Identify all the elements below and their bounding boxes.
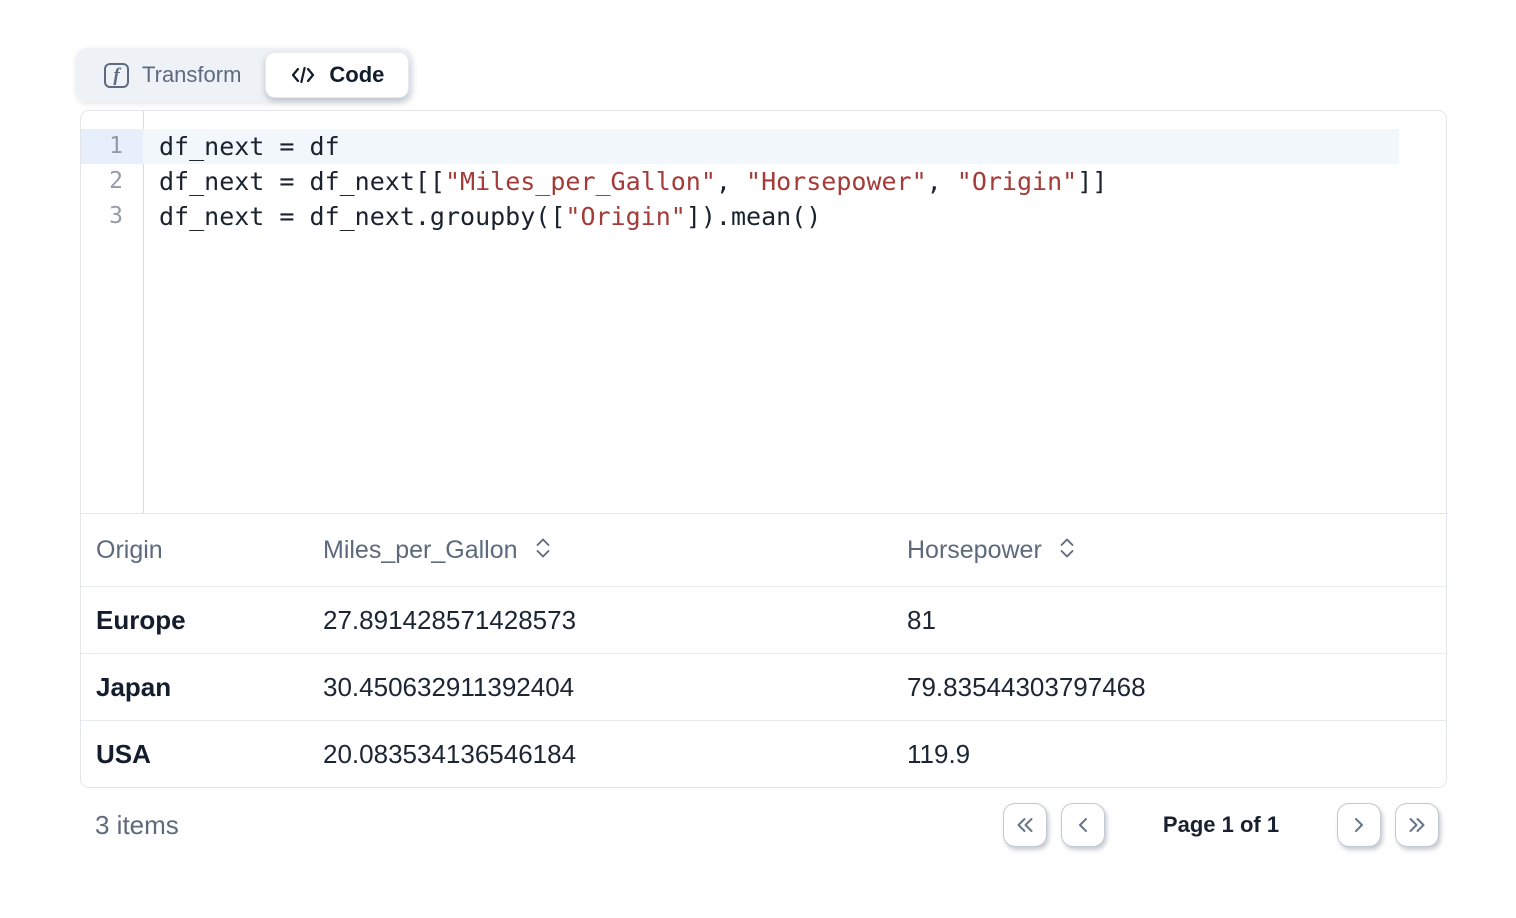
code-icon [290, 64, 316, 86]
data-cell: 30.450632911392404 [308, 672, 892, 703]
previous-page-button[interactable] [1061, 803, 1105, 847]
sort-icon[interactable] [535, 537, 551, 566]
data-cell: 119.9 [892, 739, 1446, 770]
column-header-origin: Origin [81, 536, 308, 565]
view-mode-tabbar: f Transform Code [76, 48, 413, 102]
tab-transform-label: Transform [142, 62, 241, 88]
row-header-cell: USA [81, 739, 308, 770]
code-line[interactable]: 2df_next = df_next[["Miles_per_Gallon", … [81, 164, 1446, 199]
column-header-miles-per-gallon: Miles_per_Gallon [308, 535, 892, 566]
data-cell: 79.83544303797468 [892, 672, 1446, 703]
code-text[interactable]: df_next = df_next[["Miles_per_Gallon", "… [143, 164, 1399, 199]
table-row: Japan30.45063291139240479.83544303797468 [81, 653, 1446, 720]
sort-icon[interactable] [1059, 537, 1075, 566]
code-editor[interactable]: 1df_next = df2df_next = df_next[["Miles_… [81, 111, 1446, 513]
chevron-left-icon [1077, 817, 1089, 833]
code-text[interactable]: df_next = df_next.groupby(["Origin"]).me… [143, 199, 1399, 234]
last-page-button[interactable] [1395, 803, 1439, 847]
column-header-horsepower: Horsepower [892, 535, 1446, 566]
page-indicator: Page 1 of 1 [1119, 812, 1323, 838]
next-page-button[interactable] [1337, 803, 1381, 847]
code-lines: 1df_next = df2df_next = df_next[["Miles_… [81, 129, 1446, 234]
column-label: Horsepower [907, 536, 1042, 565]
data-cell: 81 [892, 605, 1446, 636]
row-header-cell: Europe [81, 605, 308, 636]
code-and-result-panel: 1df_next = df2df_next = df_next[["Miles_… [80, 110, 1447, 788]
function-icon: f [104, 63, 129, 88]
data-cell: 27.891428571428573 [308, 605, 892, 636]
code-line[interactable]: 3df_next = df_next.groupby(["Origin"]).m… [81, 199, 1446, 234]
column-label: Origin [96, 536, 163, 565]
pagination-controls: Page 1 of 1 [1003, 803, 1447, 847]
chevron-right-icon [1353, 817, 1365, 833]
double-chevron-left-icon [1015, 817, 1035, 833]
code-text[interactable]: df_next = df [143, 129, 1399, 164]
table-row: USA20.083534136546184119.9 [81, 720, 1446, 787]
tab-code-label: Code [329, 62, 384, 88]
double-chevron-right-icon [1407, 817, 1427, 833]
data-cell: 20.083534136546184 [308, 739, 892, 770]
code-line[interactable]: 1df_next = df [81, 129, 1446, 164]
row-header-cell: Japan [81, 672, 308, 703]
tab-transform[interactable]: f Transform [80, 52, 265, 98]
result-table-header: Origin Miles_per_Gallon Horsepower [81, 513, 1446, 586]
column-label: Miles_per_Gallon [323, 536, 518, 565]
first-page-button[interactable] [1003, 803, 1047, 847]
table-footer: 3 items Page 1 of 1 [80, 800, 1447, 850]
table-row: Europe27.89142857142857381 [81, 586, 1446, 653]
tab-code[interactable]: Code [265, 52, 409, 98]
line-number: 1 [81, 129, 143, 164]
line-number: 2 [81, 164, 143, 199]
line-number: 3 [81, 199, 143, 234]
table-body: Europe27.89142857142857381Japan30.450632… [81, 586, 1446, 787]
items-count: 3 items [80, 810, 179, 841]
